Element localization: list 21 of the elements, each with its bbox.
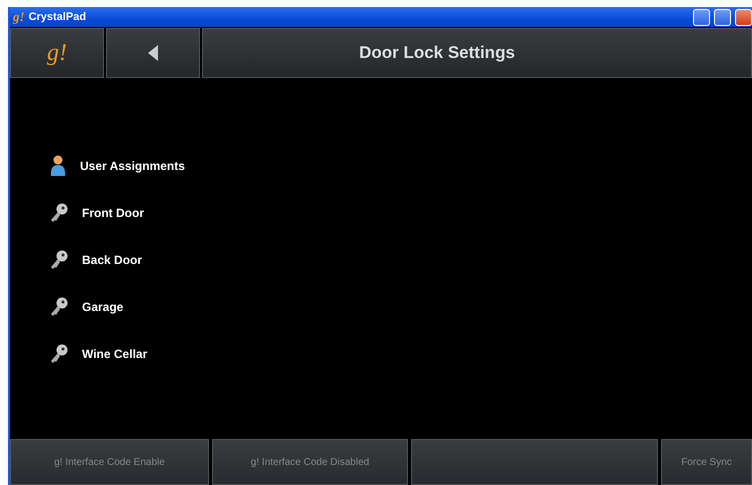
menu-item[interactable]: User Assignments	[80, 157, 185, 175]
menu-item[interactable]: Garage	[82, 298, 124, 316]
footer-button[interactable]: Force Sync	[661, 439, 752, 485]
key-icon	[50, 203, 68, 223]
footer-button[interactable]: g! Interface Code Disabled	[212, 439, 408, 485]
key-icon	[50, 297, 68, 317]
page-title: Door Lock Settings	[202, 28, 752, 78]
back-arrow-icon	[148, 45, 158, 61]
maximize-button[interactable]	[714, 8, 731, 26]
minimize-button[interactable]	[693, 8, 710, 26]
key-icon	[50, 250, 68, 270]
menu-item[interactable]: Front Door	[82, 204, 144, 222]
app-logo: g!	[13, 8, 25, 26]
menu-item[interactable]: Back Door	[82, 251, 142, 269]
person-icon	[50, 155, 66, 177]
footer-button[interactable]: g! Interface Code Enable	[10, 439, 209, 485]
menu-item[interactable]: Wine Cellar	[82, 345, 148, 363]
home-button[interactable]: g!	[10, 28, 104, 78]
key-icon	[50, 344, 68, 364]
window-title: CrystalPad	[28, 10, 86, 25]
close-button[interactable]	[735, 8, 752, 26]
